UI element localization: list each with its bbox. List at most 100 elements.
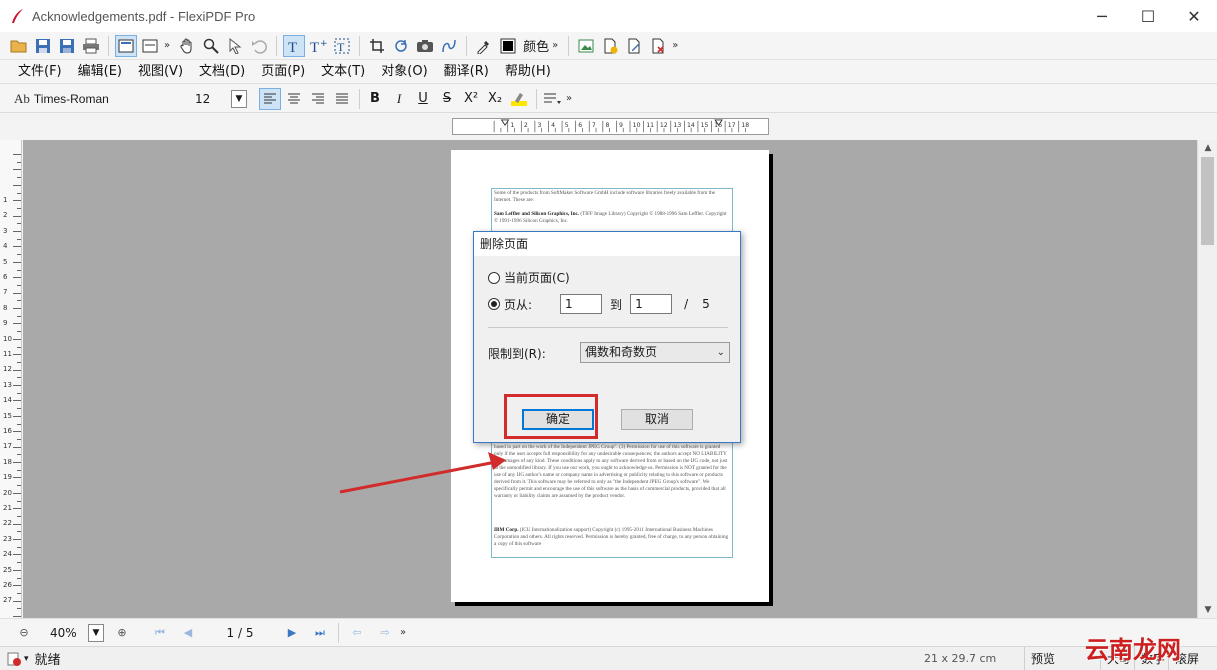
export-image-button[interactable] [575,35,597,57]
menu-translate[interactable]: 翻译(R) [436,60,497,84]
text-tool-button[interactable]: T [283,34,306,57]
color-label[interactable]: 颜色 [523,36,549,55]
scroll-thumb[interactable] [1201,157,1214,245]
italic-button[interactable]: I [388,88,410,110]
from-page-input[interactable]: 1 [560,294,603,314]
undo-button[interactable] [248,35,270,57]
form-view-button[interactable] [139,35,161,57]
paragraph-spacing-button[interactable] [541,88,563,110]
bold-button[interactable]: B [364,88,386,110]
paragraph-tiff[interactable]: Sam Leffler and Silicon Graphics, Inc. (… [494,211,730,225]
menu-object[interactable]: 对象(O) [373,60,435,84]
color-swatch-button[interactable] [497,35,519,57]
path-tool-button[interactable] [438,35,460,57]
maximize-button[interactable]: ☐ [1125,0,1171,32]
open-button[interactable] [8,35,30,57]
vertical-ruler[interactable]: 1 2 3 4 5 6 7 8 9 10 11 12 13 14 15 16 17 18 19 20 21 22 23 24 2… [0,140,22,641]
minimize-button[interactable]: ─ [1079,0,1125,32]
hand-tool-button[interactable] [176,35,198,57]
menu-view[interactable]: 视图(V) [130,60,191,84]
justify-button[interactable] [331,88,353,110]
svg-text:T: T [310,40,319,54]
toolbar-more-2[interactable]: » [552,40,558,51]
page-range-option[interactable]: 页从: 1 到 1 / 5 [488,294,710,314]
zoom-dropdown[interactable]: ▼ [88,623,104,642]
page-delete-icon [652,38,664,53]
snapshot-button[interactable] [414,35,436,57]
save-button[interactable] [32,35,54,57]
single-page-view-button[interactable] [115,34,137,57]
eyedropper-button[interactable] [473,35,495,57]
scroll-up-button[interactable]: ▲ [1198,140,1217,156]
horizontal-ruler[interactable]: 1 2 3 4 5 6 7 8 9 10 11 12 13 14 15 16 17 18 [452,118,769,135]
menu-edit[interactable]: 编辑(E) [70,60,130,84]
rotate-button[interactable] [390,35,412,57]
menu-page[interactable]: 页面(P) [253,60,313,84]
current-page-option[interactable]: 当前页面(C) [488,269,570,286]
font-size-dropdown[interactable]: ▼ [231,89,247,108]
highlight-button[interactable] [508,88,530,110]
first-page-button[interactable]: ⏮ [150,623,170,643]
ruler-tick [13,246,21,248]
crop-button[interactable] [366,35,388,57]
vertical-scrollbar[interactable]: ▲ ▼ [1197,140,1217,618]
next-page-button[interactable]: ▶ [282,623,302,643]
toolbar-more-1[interactable]: » [164,40,170,51]
ruler-tick-label: 20 [3,488,12,497]
menu-file[interactable]: 文件(F) [10,60,70,84]
ruler-tick-label: 3 [3,226,8,235]
superscript-button[interactable]: X² [460,88,482,110]
font-size-value[interactable]: 12 [195,92,231,106]
scroll-down-button[interactable]: ▼ [1198,602,1217,618]
insert-page-button[interactable] [599,35,621,57]
to-page-input[interactable]: 1 [630,294,673,314]
annotation-highlight-box [504,394,598,439]
paragraph-jpeg[interactable]: based in part on the work of the Indepen… [494,444,730,520]
paragraph-intro[interactable]: Some of the products from SoftMaker Soft… [494,190,730,204]
ruler-tick-label: 4 [3,242,8,251]
status-menu-icon[interactable]: ▾ [24,654,29,664]
last-page-button[interactable]: ⏭ [310,623,330,643]
text-frame-button[interactable]: T [331,35,353,57]
page-range-radio[interactable] [488,298,500,310]
previous-page-button[interactable]: ◀ [178,623,198,643]
status-preview[interactable]: 预览 [1024,647,1061,670]
menu-document[interactable]: 文档(D) [191,60,253,84]
current-page-radio[interactable] [488,271,500,284]
ruler-tick [13,554,21,556]
current-page-label: 当前页面(C) [504,271,570,285]
zoom-tool-button[interactable] [200,35,222,57]
align-right-button[interactable] [307,88,329,110]
nav-more[interactable]: » [400,627,406,638]
select-tool-button[interactable] [224,35,246,57]
print-button[interactable] [80,35,102,57]
menu-help[interactable]: 帮助(H) [497,60,559,84]
edit-page-button[interactable] [623,35,645,57]
save-as-button[interactable] [56,35,78,57]
back-button[interactable]: ⇦ [347,623,367,643]
format-toolbar: Ab Times-Roman 12 ▼ B I U S X² X₂ » [0,85,1217,113]
add-text-button[interactable]: T + [307,35,329,57]
font-name-selector[interactable]: Ab Times-Roman [14,91,189,107]
subscript-button[interactable]: X₂ [484,88,506,110]
ruler-tick-label: 17 [3,442,12,451]
zoom-out-button[interactable]: ⊖ [14,623,34,643]
menu-text[interactable]: 文本(T) [313,60,373,84]
align-left-button[interactable] [259,87,281,110]
limit-to-select[interactable]: 偶数和奇数页 ⌄ [580,342,730,363]
underline-button[interactable]: U [412,88,434,110]
paragraph-ibm[interactable]: IBM Corp. (ICU Internationalization supp… [494,527,730,548]
toolbar-more-3[interactable]: » [672,40,678,51]
delete-page-button[interactable] [647,35,669,57]
zoom-in-button[interactable]: ⊕ [112,623,132,643]
strikethrough-button[interactable]: S [436,88,458,110]
ruler-tick [13,616,21,617]
align-center-button[interactable] [283,88,305,110]
cancel-button[interactable]: 取消 [621,409,693,430]
close-button[interactable]: ✕ [1171,0,1217,32]
forward-button[interactable]: ⇨ [375,623,395,643]
menu-bar: 文件(F) 编辑(E) 视图(V) 文档(D) 页面(P) 文本(T) 对象(O… [0,60,1217,84]
zoom-level[interactable]: 40% [50,626,88,640]
page-indicator[interactable]: 1 / 5 [210,626,270,640]
format-more[interactable]: » [566,93,572,104]
